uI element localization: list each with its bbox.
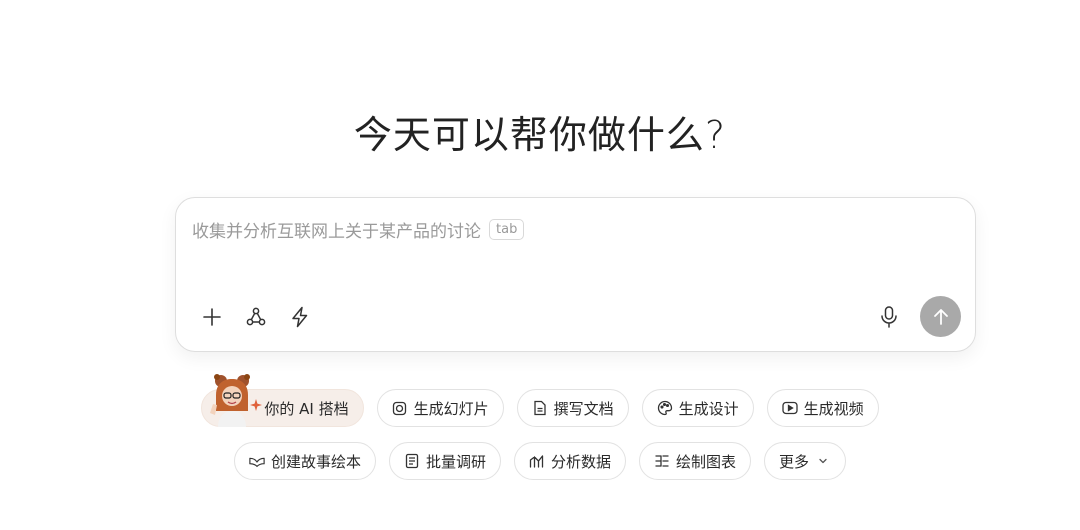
slides-icon: [392, 400, 408, 416]
batch-research-chip[interactable]: 批量调研: [388, 442, 501, 480]
page-title: 今天可以帮你做什么?: [353, 113, 727, 157]
microphone-icon: [881, 306, 897, 328]
chart-icon: [529, 453, 545, 469]
chip-label: 更多: [779, 452, 810, 471]
storybook-chip[interactable]: 创建故事绘本: [233, 442, 376, 480]
prompt-placeholder: 收集并分析互联网上关于某产品的讨论: [192, 222, 481, 242]
video-icon: [781, 400, 798, 416]
prompt-composer[interactable]: 收集并分析互联网上关于某产品的讨论 tab: [175, 197, 976, 352]
suggestion-row-1: 你的 AI 搭档 生成幻灯片 撰写文档 生成设计 生成视频: [0, 374, 1080, 427]
chip-label: 创建故事绘本: [270, 452, 361, 471]
chip-label: 生成视频: [803, 399, 864, 418]
quick-action-button[interactable]: [284, 301, 316, 333]
arrow-up-icon: [933, 308, 948, 325]
draw-chart-chip[interactable]: 绘制图表: [639, 442, 752, 480]
chip-label: 生成设计: [678, 399, 739, 418]
document-icon: [532, 400, 548, 416]
plus-icon: [203, 308, 221, 326]
suggestion-row-2: 创建故事绘本 批量调研 分析数据 绘制图表 更多: [0, 442, 1080, 480]
chip-label: 你的 AI 搭档: [264, 399, 349, 418]
chip-label: 撰写文档: [553, 399, 614, 418]
chevron-down-icon: [815, 453, 831, 469]
chip-label: 批量调研: [425, 452, 486, 471]
tools-button[interactable]: [240, 301, 272, 333]
sparkle-icon: [250, 399, 263, 411]
tab-key-hint: tab: [489, 219, 525, 240]
voice-input-button[interactable]: [873, 301, 905, 333]
chip-label: 生成幻灯片: [413, 399, 489, 418]
slides-chip[interactable]: 生成幻灯片: [376, 389, 504, 427]
chip-label: 绘制图表: [676, 452, 737, 471]
send-button[interactable]: [920, 296, 961, 337]
diagram-icon: [654, 453, 670, 469]
ai-partner-chip[interactable]: 你的 AI 搭档: [201, 374, 364, 427]
lightning-icon: [292, 306, 308, 328]
prompt-input[interactable]: 收集并分析互联网上关于某产品的讨论 tab: [192, 217, 525, 242]
storybook-icon: [249, 453, 265, 469]
research-icon: [404, 453, 420, 469]
analyze-data-chip[interactable]: 分析数据: [513, 442, 626, 480]
more-chip[interactable]: 更多: [764, 442, 847, 480]
chip-label: 分析数据: [550, 452, 611, 471]
video-chip[interactable]: 生成视频: [766, 389, 879, 427]
palette-icon: [657, 400, 673, 416]
ai-partner-avatar-icon: [210, 374, 251, 427]
nodes-icon: [246, 307, 266, 326]
design-chip[interactable]: 生成设计: [641, 389, 754, 427]
add-button[interactable]: [196, 301, 228, 333]
write-doc-chip[interactable]: 撰写文档: [516, 389, 629, 427]
